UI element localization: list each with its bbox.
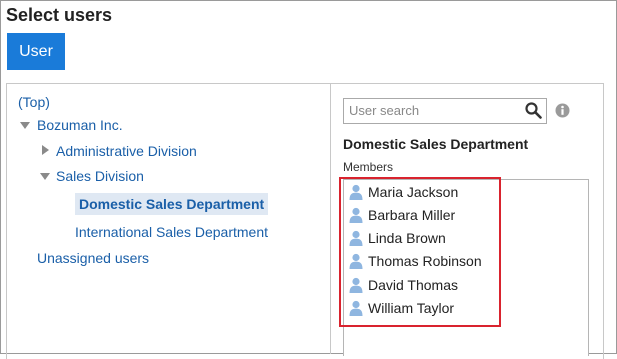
user-icon — [349, 230, 363, 246]
tree-item-company[interactable]: Bozuman Inc. — [37, 117, 123, 133]
tree-item-international-sales[interactable]: International Sales Department — [75, 224, 268, 240]
tree-link-international-sales[interactable]: International Sales Department — [75, 224, 268, 240]
tree-item-unassigned[interactable]: Unassigned users — [37, 250, 149, 266]
tree-link-company[interactable]: Bozuman Inc. — [37, 117, 123, 133]
member-list[interactable]: Maria Jackson Barbara Miller Linda Brown… — [343, 179, 589, 356]
list-item-member[interactable]: William Taylor — [349, 298, 454, 318]
tab-user[interactable]: User — [7, 33, 65, 70]
page-title: Select users — [6, 5, 113, 25]
member-name: William Taylor — [368, 300, 455, 316]
member-name: Thomas Robinson — [368, 253, 482, 269]
expanded-triangle-icon[interactable] — [20, 122, 30, 129]
member-name: David Thomas — [368, 277, 459, 293]
panel-divider — [330, 84, 331, 354]
search-icon[interactable] — [525, 102, 542, 119]
tree-link-sales-division[interactable]: Sales Division — [56, 168, 144, 184]
user-icon — [349, 300, 363, 316]
department-title: Domestic Sales Department — [343, 136, 529, 152]
list-item-member[interactable]: Maria Jackson — [349, 182, 458, 202]
list-item-member[interactable]: David Thomas — [349, 275, 458, 295]
tree-item-domestic-sales[interactable]: Domestic Sales Department — [75, 193, 269, 215]
tree-link-top[interactable]: (Top) — [18, 94, 50, 110]
member-name: Barbara Miller — [368, 207, 456, 223]
tree-item-sales-division[interactable]: Sales Division — [56, 168, 144, 184]
tree-link-domestic-sales[interactable]: Domestic Sales Department — [79, 196, 264, 212]
member-name: Linda Brown — [368, 230, 446, 246]
list-item-member[interactable]: Barbara Miller — [349, 205, 455, 225]
collapsed-triangle-icon[interactable] — [42, 145, 49, 155]
tree-item-administrative-division[interactable]: Administrative Division — [56, 143, 197, 159]
user-icon — [349, 277, 363, 293]
user-search-box — [343, 98, 547, 124]
info-icon[interactable] — [555, 103, 570, 118]
list-item-member[interactable]: Thomas Robinson — [349, 251, 482, 271]
tree-item-top[interactable]: (Top) — [18, 94, 50, 110]
expanded-triangle-icon[interactable] — [40, 173, 50, 180]
members-label: Members — [343, 160, 394, 174]
user-icon — [349, 184, 363, 200]
user-search-input[interactable] — [344, 99, 519, 121]
user-icon — [349, 253, 363, 269]
user-icon — [349, 207, 363, 223]
list-item-member[interactable]: Linda Brown — [349, 228, 446, 248]
member-name: Maria Jackson — [368, 184, 459, 200]
tree-link-unassigned[interactable]: Unassigned users — [37, 250, 149, 266]
tree-link-administrative-division[interactable]: Administrative Division — [56, 143, 197, 159]
